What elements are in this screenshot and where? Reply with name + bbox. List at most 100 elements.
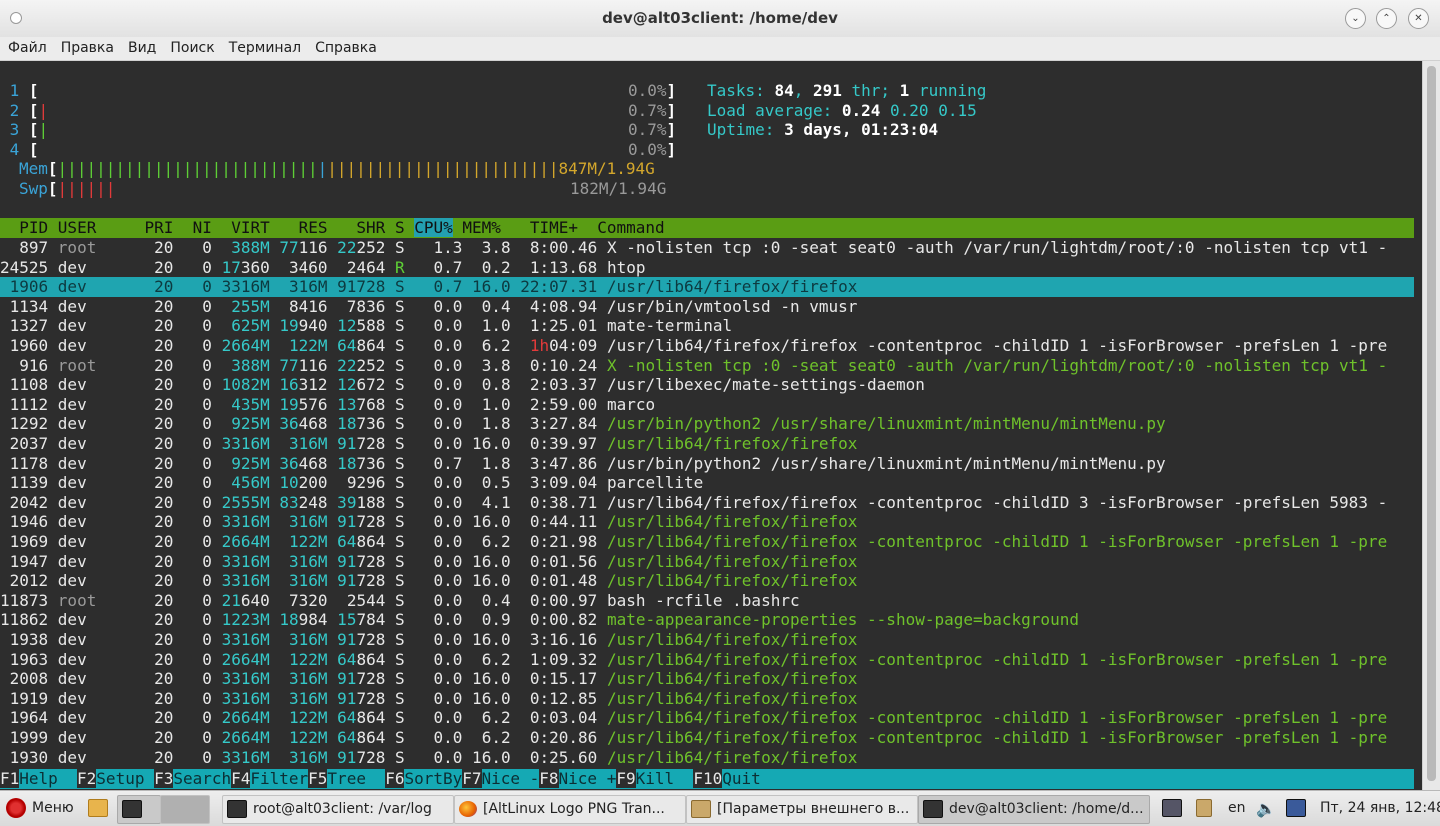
- cell-virt: 3316M: [211, 277, 270, 297]
- cell-state: S: [394, 532, 405, 551]
- process-row[interactable]: 916 root 20 0 388M 77116 22252 S 0.0 3.8…: [0, 356, 1387, 376]
- cell-virt: 3316M: [212, 571, 270, 590]
- file-manager-launcher[interactable]: [88, 795, 114, 822]
- taskbar-window-2[interactable]: [Параметры внешнего в...: [686, 795, 918, 824]
- cell-res: 19940: [270, 316, 327, 335]
- workspace-2[interactable]: [160, 795, 210, 824]
- process-row[interactable]: 1947 dev 20 0 3316M 316M 91728 S 0.0 16.…: [0, 551, 858, 572]
- cell-time: 0:10.24: [510, 355, 598, 375]
- process-row[interactable]: 1919 dev 20 0 3316M 316M 91728 S 0.0 16.…: [0, 689, 858, 709]
- minimize-button[interactable]: ⌄: [1345, 8, 1366, 29]
- cpu-meter-pct: 0.7%: [628, 100, 667, 120]
- process-row[interactable]: 1139 dev 20 0 456M 10200 9296 S 0.0 0.5 …: [0, 473, 704, 493]
- fkey-key: F6: [385, 769, 405, 788]
- cell-mem: 1.0: [462, 394, 511, 414]
- cell-cpu: 0.0: [404, 649, 463, 669]
- process-row[interactable]: 2008 dev 20 0 3316M 316M 91728 S 0.0 16.…: [0, 669, 858, 689]
- taskbar-window-1[interactable]: [AltLinux Logo PNG Tran...: [454, 795, 686, 824]
- volume-icon[interactable]: 🔈: [1256, 795, 1276, 822]
- process-row[interactable]: 1964 dev 20 0 2664M 122M 64864 S 0.0 6.2…: [0, 708, 1388, 728]
- fkey-f8[interactable]: F8Nice +: [539, 769, 616, 789]
- keyboard-layout-indicator[interactable]: en: [1228, 795, 1246, 822]
- menu-edit[interactable]: Правка: [61, 37, 114, 59]
- clock[interactable]: Пт, 24 янв, 12:48: [1320, 795, 1440, 822]
- cell-cpu: 0.0: [404, 375, 463, 395]
- cell-pid: 1969: [0, 532, 58, 551]
- menu-help[interactable]: Справка: [315, 37, 377, 59]
- cell-res: 8416: [269, 296, 328, 316]
- process-row[interactable]: 1292 dev 20 0 925M 36468 18736 S 0.0 1.8…: [0, 414, 1166, 434]
- process-row[interactable]: 1999 dev 20 0 2664M 122M 64864 S 0.0 6.2…: [0, 728, 1388, 748]
- cell-virt-value: 3316M: [211, 512, 270, 532]
- cpu-meter-pct-4: 0.0%]: [628, 140, 676, 160]
- process-row[interactable]: 1969 dev 20 0 2664M 122M 64864 S 0.0 6.2…: [0, 532, 1388, 552]
- process-row[interactable]: 1960 dev 20 0 2664M 122M 64864 S 0.0 6.2…: [0, 336, 1388, 356]
- cpu-meter-bar: |: [38, 100, 49, 120]
- cpu-meter-bar: |: [38, 120, 49, 140]
- fkey-f3[interactable]: F3Search: [154, 769, 231, 789]
- process-row[interactable]: 1930 dev 20 0 3316M 316M 91728 S 0.0 16.…: [0, 747, 858, 768]
- process-row[interactable]: 897 root 20 0 388M 77116 22252 S 1.3 3.8…: [0, 238, 1387, 258]
- cell-ni: 0: [173, 747, 212, 767]
- monitor-icon: [1162, 799, 1182, 817]
- process-row[interactable]: 1112 dev 20 0 435M 19576 13768 S 0.0 1.0…: [0, 394, 656, 415]
- network-tray-icon[interactable]: [1286, 795, 1312, 822]
- process-row[interactable]: 1178 dev 20 0 925M 36468 18736 S 0.7 1.8…: [0, 454, 1166, 474]
- process-row[interactable]: 1906 dev 20 0 3316M 316M 91728 S 0.7 16.…: [0, 277, 858, 297]
- menu-terminal[interactable]: Терминал: [229, 37, 301, 59]
- process-table-header[interactable]: PID USER PRI NI VIRT RES SHR S CPU% MEM%…: [0, 218, 1414, 238]
- taskbar-window-3[interactable]: dev@alt03client: /home/d...: [918, 795, 1150, 824]
- window-titlebar[interactable]: dev@alt03client: /home/dev ⌄ ⌃ ✕: [0, 0, 1440, 38]
- cell-cpu: 0.0: [404, 296, 463, 316]
- process-row[interactable]: 1946 dev 20 0 3316M 316M 91728 S 0.0 16.…: [0, 512, 858, 532]
- fkey-f10[interactable]: F10Quit: [693, 769, 780, 789]
- terminal-scrollbar[interactable]: [1422, 61, 1440, 790]
- cell-pid: 916: [0, 355, 58, 375]
- fkey-f6[interactable]: F6SortBy: [385, 769, 462, 789]
- process-row[interactable]: 11862 dev 20 0 1223M 18984 15784 S 0.0 0…: [0, 610, 1079, 630]
- process-row[interactable]: 1134 dev 20 0 255M 8416 7836 S 0.0 0.4 4…: [0, 296, 858, 317]
- close-button[interactable]: ✕: [1408, 8, 1429, 29]
- start-menu-button[interactable]: Меню: [6, 795, 74, 822]
- cell-time: 0:20.86: [510, 728, 598, 747]
- cell-ni: 0: [173, 375, 212, 395]
- clipboard-tray-icon[interactable]: [1196, 795, 1218, 822]
- scrollbar-thumb[interactable]: [1427, 66, 1436, 781]
- cell-res-units: 116: [298, 355, 328, 375]
- process-row[interactable]: 11873 root 20 0 21640 7320 2544 S 0.0 0.…: [0, 591, 800, 611]
- process-row[interactable]: 2042 dev 20 0 2555M 83248 39188 S 0.0 4.…: [0, 492, 1388, 513]
- process-row[interactable]: 1938 dev 20 0 3316M 316M 91728 S 0.0 16.…: [0, 630, 858, 650]
- cell-cpu: 0.7: [404, 257, 463, 277]
- process-row[interactable]: 1108 dev 20 0 1082M 16312 12672 S 0.0 0.…: [0, 375, 925, 395]
- cell-ni: 0: [173, 551, 212, 571]
- terminal-area[interactable]: PID USER PRI NI VIRT RES SHR S CPU% MEM%…: [0, 61, 1422, 790]
- process-row[interactable]: 2037 dev 20 0 3316M 316M 91728 S 0.0 16.…: [0, 434, 858, 454]
- maximize-button[interactable]: ⌃: [1376, 8, 1397, 29]
- cell-res-units: 576: [298, 394, 328, 414]
- cell-command: /usr/lib64/firefox/firefox -contentproc …: [606, 728, 1388, 747]
- workspace-1[interactable]: [117, 795, 161, 824]
- taskbar-window-0[interactable]: root@alt03client: /var/log: [222, 795, 454, 824]
- fkey-f9[interactable]: F9Kill: [616, 769, 693, 789]
- process-row[interactable]: 24525 dev 20 0 17360 3460 2464 R 0.7 0.2…: [0, 258, 645, 278]
- fkey-label: Quit: [722, 769, 781, 788]
- process-row[interactable]: 1963 dev 20 0 2664M 122M 64864 S 0.0 6.2…: [0, 649, 1388, 670]
- process-row[interactable]: 2012 dev 20 0 3316M 316M 91728 S 0.0 16.…: [0, 571, 858, 591]
- fkey-f5[interactable]: F5Tree: [308, 769, 385, 789]
- process-row[interactable]: 1327 dev 20 0 625M 19940 12588 S 0.0 1.0…: [0, 316, 733, 336]
- fkey-f7[interactable]: F7Nice -: [462, 769, 539, 789]
- menu-search[interactable]: Поиск: [170, 37, 214, 59]
- cell-command: /usr/lib64/firefox/firefox -contentproc …: [606, 532, 1388, 551]
- menu-file[interactable]: Файл: [8, 37, 47, 59]
- fkey-f1[interactable]: F1Help: [0, 769, 77, 789]
- cell-cpu: 0.0: [404, 630, 463, 649]
- cell-pri: 20: [144, 630, 174, 649]
- display-tray-icon[interactable]: [1162, 795, 1188, 822]
- cell-shr-units: 188: [356, 492, 386, 512]
- fkey-f2[interactable]: F2Setup: [77, 769, 154, 789]
- cell-res: 7320: [269, 590, 328, 610]
- menu-view[interactable]: Вид: [128, 37, 156, 59]
- fkey-f4[interactable]: F4Filter: [231, 769, 308, 789]
